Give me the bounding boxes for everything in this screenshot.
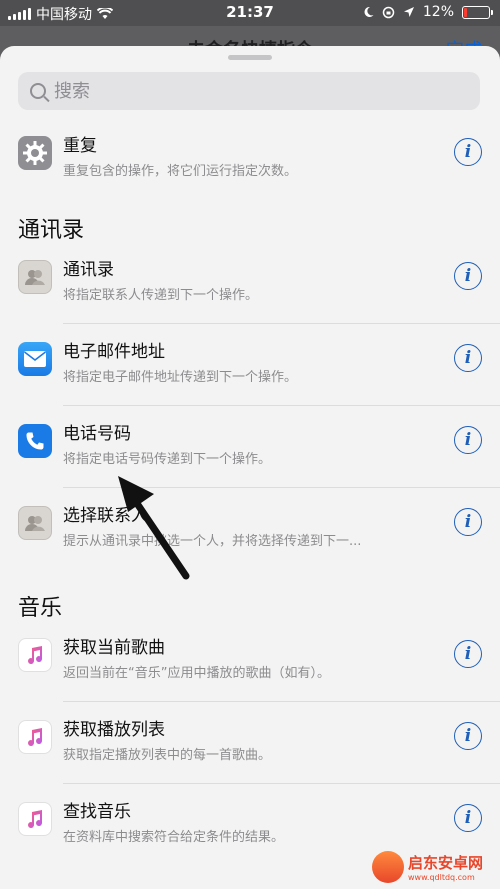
action-row-phone-number[interactable]: 电话号码 将指定电话号码传递到下一个操作。 i bbox=[0, 406, 500, 488]
info-icon[interactable]: i bbox=[454, 138, 482, 166]
battery-fill bbox=[464, 7, 467, 17]
action-row-repeat[interactable]: 重复 重复包含的操作，将它们运行指定次数。 i bbox=[0, 118, 500, 200]
action-subtitle: 返回当前在“音乐”应用中播放的歌曲（如有）。 bbox=[63, 666, 330, 681]
mail-icon bbox=[18, 342, 52, 376]
annotation-arrow-icon bbox=[118, 476, 190, 580]
music-icon bbox=[18, 638, 52, 672]
action-row-contacts[interactable]: 通讯录 将指定联系人传递到下一个操作。 i bbox=[0, 242, 500, 324]
status-right: 12% bbox=[363, 4, 493, 20]
music-icon bbox=[18, 720, 52, 754]
gear-icon bbox=[18, 136, 52, 170]
info-icon[interactable]: i bbox=[454, 722, 482, 750]
action-subtitle: 在资料库中搜索符合给定条件的结果。 bbox=[63, 830, 285, 845]
action-row-email-address[interactable]: 电子邮件地址 将指定电子邮件地址传递到下一个操作。 i bbox=[0, 324, 500, 406]
action-title: 获取当前歌曲 bbox=[63, 638, 165, 658]
sheet-grabber[interactable] bbox=[228, 55, 272, 60]
rotation-lock-icon bbox=[382, 6, 395, 18]
watermark: 启东安卓网 www.qdltdq.com bbox=[372, 849, 497, 885]
action-subtitle: 获取指定播放列表中的每一首歌曲。 bbox=[63, 748, 272, 763]
action-subtitle: 重复包含的操作，将它们运行指定次数。 bbox=[63, 164, 298, 179]
action-title: 电子邮件地址 bbox=[63, 342, 165, 362]
contacts-icon bbox=[18, 506, 52, 540]
info-icon[interactable]: i bbox=[454, 344, 482, 372]
action-row-get-current-song[interactable]: 获取当前歌曲 返回当前在“音乐”应用中播放的歌曲（如有）。 i bbox=[0, 620, 500, 702]
music-icon bbox=[18, 802, 52, 836]
action-title: 电话号码 bbox=[63, 424, 131, 444]
action-title: 通讯录 bbox=[63, 260, 114, 280]
search-input[interactable] bbox=[54, 80, 454, 102]
section-title-music: 音乐 bbox=[18, 596, 63, 621]
moon-icon bbox=[364, 6, 374, 17]
info-icon[interactable]: i bbox=[454, 262, 482, 290]
watermark-name: 启东安卓网 bbox=[408, 854, 484, 872]
search-bar[interactable] bbox=[18, 72, 480, 110]
search-icon bbox=[30, 83, 46, 99]
watermark-url: www.qdltdq.com bbox=[408, 873, 475, 882]
action-title: 获取播放列表 bbox=[63, 720, 165, 740]
location-icon bbox=[403, 7, 414, 17]
actions-sheet: 重复 重复包含的操作，将它们运行指定次数。 i 通讯录 通讯录 将指定联系人传递… bbox=[0, 46, 500, 889]
info-icon[interactable]: i bbox=[454, 508, 482, 536]
action-title: 查找音乐 bbox=[63, 802, 131, 822]
battery-percent: 12% bbox=[422, 4, 454, 20]
phone-icon bbox=[18, 424, 52, 458]
status-bar: 中国移动 21:37 12% bbox=[0, 0, 500, 26]
action-subtitle: 将指定联系人传递到下一个操作。 bbox=[63, 288, 259, 303]
battery-icon bbox=[462, 5, 493, 19]
watermark-logo-icon bbox=[372, 851, 404, 883]
action-subtitle: 将指定电话号码传递到下一个操作。 bbox=[63, 452, 272, 467]
info-icon[interactable]: i bbox=[454, 640, 482, 668]
action-title: 重复 bbox=[63, 136, 97, 156]
info-icon[interactable]: i bbox=[454, 804, 482, 832]
section-title-contacts: 通讯录 bbox=[18, 218, 85, 243]
contacts-icon bbox=[18, 260, 52, 294]
info-icon[interactable]: i bbox=[454, 426, 482, 454]
action-row-select-contact[interactable]: 选择联系人 提示从通讯录中挑选一个人，并将选择传递到下一... i bbox=[0, 488, 500, 570]
action-row-get-playlist[interactable]: 获取播放列表 获取指定播放列表中的每一首歌曲。 i bbox=[0, 702, 500, 784]
action-subtitle: 将指定电子邮件地址传递到下一个操作。 bbox=[63, 370, 298, 385]
